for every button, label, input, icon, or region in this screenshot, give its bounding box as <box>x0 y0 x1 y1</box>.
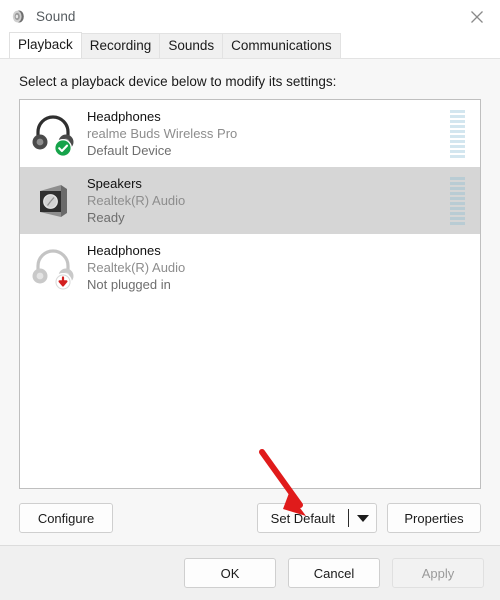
sound-dialog: Sound Playback Recording Sounds Communic… <box>0 0 500 600</box>
tab-recording[interactable]: Recording <box>80 33 161 58</box>
device-driver: Realtek(R) Audio <box>87 259 186 275</box>
device-info: Headphones realme Buds Wireless Pro Defa… <box>87 109 450 159</box>
apply-button: Apply <box>392 558 484 588</box>
headphones-icon <box>29 110 77 158</box>
device-name: Headphones <box>87 108 161 124</box>
device-info: Headphones Realtek(R) Audio Not plugged … <box>87 243 450 293</box>
device-list[interactable]: Headphones realme Buds Wireless Pro Defa… <box>19 99 481 489</box>
device-state: Ready <box>87 209 125 225</box>
headphones-icon <box>29 244 77 292</box>
device-name: Speakers <box>87 175 142 191</box>
playback-panel: Select a playback device below to modify… <box>0 58 500 545</box>
title-bar: Sound <box>0 0 500 33</box>
volume-meter <box>450 109 465 158</box>
list-item[interactable]: Headphones Realtek(R) Audio Not plugged … <box>20 234 480 301</box>
device-info: Speakers Realtek(R) Audio Ready <box>87 176 450 226</box>
cancel-button[interactable]: Cancel <box>288 558 380 588</box>
list-item[interactable]: Speakers Realtek(R) Audio Ready <box>20 167 480 234</box>
close-icon[interactable] <box>454 0 500 33</box>
window-title: Sound <box>36 9 76 24</box>
set-default-button[interactable]: Set Default <box>258 504 348 532</box>
set-default-dropdown-arrow-icon[interactable] <box>349 504 376 532</box>
device-driver: Realtek(R) Audio <box>87 192 186 208</box>
speaker-box-icon <box>29 177 77 225</box>
tab-playback[interactable]: Playback <box>9 32 82 58</box>
tab-strip: Playback Recording Sounds Communications <box>0 32 500 58</box>
device-driver: realme Buds Wireless Pro <box>87 125 238 141</box>
volume-meter <box>450 176 465 225</box>
tab-communications[interactable]: Communications <box>222 33 341 58</box>
sound-speaker-icon <box>10 8 28 26</box>
dialog-footer: OK Cancel Apply <box>0 545 500 600</box>
action-button-row: Configure Set Default Properties <box>19 503 481 533</box>
configure-button[interactable]: Configure <box>19 503 113 533</box>
list-item[interactable]: Headphones realme Buds Wireless Pro Defa… <box>20 100 480 167</box>
panel-hint: Select a playback device below to modify… <box>19 74 337 89</box>
ok-button[interactable]: OK <box>184 558 276 588</box>
device-name: Headphones <box>87 242 161 258</box>
tab-sounds[interactable]: Sounds <box>159 33 224 58</box>
set-default-split-button[interactable]: Set Default <box>256 503 377 533</box>
device-state: Not plugged in <box>87 276 171 292</box>
device-state: Default Device <box>87 142 172 158</box>
properties-button[interactable]: Properties <box>387 503 481 533</box>
